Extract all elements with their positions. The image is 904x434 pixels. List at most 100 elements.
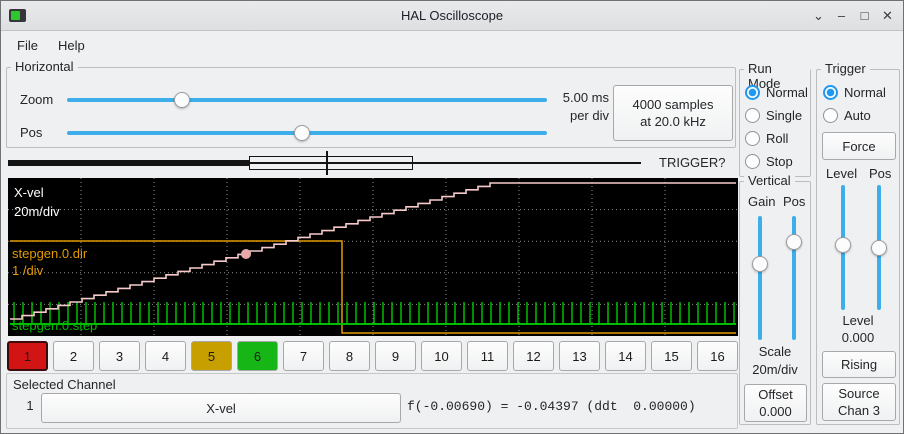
trigger-level-readout-value: 0.000 (817, 330, 899, 345)
close-icon[interactable]: ✕ (876, 4, 899, 27)
shade-icon[interactable]: ⌄ (807, 4, 830, 27)
maximize-icon[interactable]: □ (853, 4, 876, 27)
selected-channel-group: Selected Channel 1 X-vel f(-0.00690) = -… (6, 373, 738, 429)
channel-button-4[interactable]: 4 (145, 341, 186, 371)
time-value: 5.00 ms (547, 89, 609, 107)
runmode-single-label: Single (766, 108, 802, 123)
radio-selected-icon (823, 85, 838, 100)
zoom-label: Zoom (20, 92, 53, 107)
app-window: HAL Oscilloscope ⌄ – □ ✕ File Help Horiz… (0, 0, 904, 434)
runmode-option-single[interactable]: Single (745, 107, 802, 123)
runmode-stop-label: Stop (766, 154, 793, 169)
scope-channel-name: X-vel (14, 185, 44, 200)
channel-button-3[interactable]: 3 (99, 341, 140, 371)
trigger-level-slider-handle[interactable] (835, 237, 851, 253)
horizontal-pos-slider-handle[interactable] (294, 125, 310, 141)
vertical-pos-slider[interactable] (785, 216, 803, 340)
channel-button-12[interactable]: 12 (513, 341, 554, 371)
channel-button-6[interactable]: 6 (237, 341, 278, 371)
gain-label: Gain (748, 194, 775, 209)
zoom-slider-handle[interactable] (174, 92, 190, 108)
trigger-level-label: Level (826, 166, 857, 181)
channel-button-10[interactable]: 10 (421, 341, 462, 371)
runmode-option-roll[interactable]: Roll (745, 130, 788, 146)
gain-slider-track[interactable] (758, 216, 762, 340)
channel-button-13[interactable]: 13 (559, 341, 600, 371)
channel-button-8[interactable]: 8 (329, 341, 370, 371)
vertical-group-label: Vertical (744, 173, 795, 188)
radio-selected-icon (745, 85, 760, 100)
runmode-option-stop[interactable]: Stop (745, 153, 793, 169)
channel-button-7[interactable]: 7 (283, 341, 324, 371)
zoom-slider[interactable] (67, 91, 547, 109)
record-position-indicator (8, 151, 653, 175)
trigger-level-slider[interactable] (834, 185, 852, 310)
trigger-pos-label: Pos (869, 166, 891, 181)
channel-button-14[interactable]: 14 (605, 341, 646, 371)
gain-slider[interactable] (751, 216, 769, 340)
channel-button-5[interactable]: 5 (191, 341, 232, 371)
trigger-pos-slider-handle[interactable] (871, 240, 887, 256)
trigger-auto-label: Auto (844, 108, 871, 123)
time-unit: per div (547, 107, 609, 125)
offset-value: 0.000 (759, 403, 792, 420)
vertical-pos-label: Pos (783, 194, 805, 209)
trigger-status-label: TRIGGER? (659, 155, 725, 170)
window-controls: ⌄ – □ ✕ (807, 4, 899, 27)
record-view-window (249, 156, 413, 170)
channel-name-button[interactable]: X-vel (41, 393, 401, 423)
scope-channel-scale: 20m/div (14, 204, 60, 219)
edge-button[interactable]: Rising (822, 351, 896, 378)
menu-help[interactable]: Help (48, 35, 95, 56)
force-button[interactable]: Force (822, 132, 896, 160)
trigger-option-auto[interactable]: Auto (823, 107, 871, 123)
vertical-group: Vertical Gain Pos Scale 20m/div Offset 0… (739, 181, 811, 425)
vertical-pos-slider-handle[interactable] (786, 234, 802, 250)
trigger-option-normal[interactable]: Normal (823, 84, 886, 100)
trigger-pos-slider[interactable] (870, 185, 888, 310)
channel-button-16[interactable]: 16 (697, 341, 738, 371)
offset-label: Offset (758, 386, 792, 403)
window-title: HAL Oscilloscope (1, 8, 903, 23)
zoom-slider-track[interactable] (67, 98, 547, 102)
record-filled-segment (8, 160, 249, 166)
channel-button-11[interactable]: 11 (467, 341, 508, 371)
scope-svg: X-vel 20m/div stepgen.0.dir 1 /div stepg… (8, 178, 738, 336)
trigger-position-tick (326, 151, 328, 175)
horizontal-group: Horizontal Zoom Pos 5.00 ms per div 4000… (6, 67, 736, 148)
runmode-option-normal[interactable]: Normal (745, 84, 808, 100)
menubar: File Help (1, 32, 903, 58)
source-line2: Chan 3 (838, 402, 880, 419)
runmode-normal-label: Normal (766, 85, 808, 100)
horizontal-pos-slider[interactable] (67, 124, 547, 142)
samples-line2: at 20.0 kHz (640, 113, 706, 130)
samples-line1: 4000 samples (633, 96, 714, 113)
trigger-level-readout-label: Level (817, 313, 899, 328)
gain-slider-handle[interactable] (752, 256, 768, 272)
scale-value: 20m/div (740, 362, 810, 377)
scope-display: X-vel 20m/div stepgen.0.dir 1 /div stepg… (8, 178, 738, 336)
radio-icon (745, 108, 760, 123)
trigger-group: Trigger Normal Auto Force Level Pos Leve… (816, 69, 900, 425)
trigger-source-button[interactable]: Source Chan 3 (822, 383, 896, 421)
horizontal-group-label: Horizontal (11, 59, 78, 74)
channel-buttons-row: 12345678910111213141516 (7, 341, 738, 371)
scale-label: Scale (740, 344, 810, 359)
channel-button-9[interactable]: 9 (375, 341, 416, 371)
run-mode-group: Run Mode Normal Single Roll Stop (739, 69, 811, 177)
scope-dir-name: stepgen.0.dir (12, 246, 88, 261)
scope-step-name: stepgen.0.step (12, 318, 97, 333)
samples-button[interactable]: 4000 samples at 20.0 kHz (613, 85, 733, 141)
offset-button[interactable]: Offset 0.000 (744, 384, 807, 422)
channel-button-2[interactable]: 2 (53, 341, 94, 371)
horizontal-pos-label: Pos (20, 125, 42, 140)
channel-button-15[interactable]: 15 (651, 341, 692, 371)
titlebar[interactable]: HAL Oscilloscope ⌄ – □ ✕ (1, 1, 903, 31)
selected-channel-number: 1 (19, 398, 41, 413)
radio-icon (823, 108, 838, 123)
selected-channel-title: Selected Channel (13, 377, 116, 392)
channel-button-1[interactable]: 1 (7, 341, 48, 371)
menu-file[interactable]: File (7, 35, 48, 56)
scope-dir-scale: 1 /div (12, 263, 44, 278)
minimize-icon[interactable]: – (830, 4, 853, 27)
